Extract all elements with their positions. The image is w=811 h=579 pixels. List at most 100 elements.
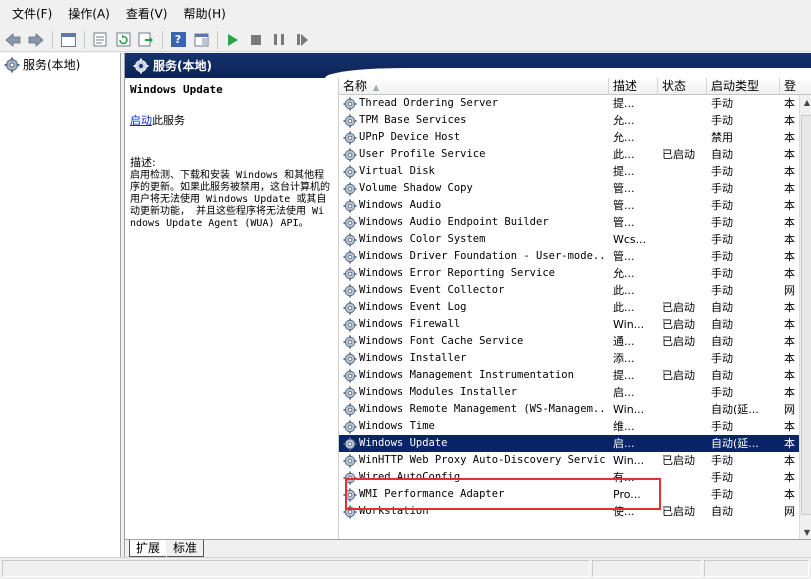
service-row[interactable]: Windows Color System Wcs... 手动本 [339,231,799,248]
service-row[interactable]: UPnP Device Host 允... 禁用本 [339,129,799,146]
service-row[interactable]: Thread Ordering Server 提... 手动本 [339,95,799,112]
service-row[interactable]: Windows Event Collector 此... 手动网 [339,282,799,299]
service-row[interactable]: WMI Performance Adapter Pro... 手动本 [339,486,799,503]
tab-extended[interactable]: 扩展 [129,540,167,557]
service-status-cell [662,350,708,367]
scroll-down-icon[interactable]: ▼ [800,525,811,539]
service-name-cell: Windows Remote Management (WS-Managem... [343,401,605,418]
export-icon[interactable] [135,30,157,50]
column-name[interactable]: 名称 ▲ [339,78,609,95]
service-gear-icon [343,232,357,247]
service-name-cell: Windows Font Cache Service [343,333,605,350]
service-gear-icon [343,368,357,383]
console-tree-icon[interactable] [57,30,79,50]
service-desc-cell: 通... [613,335,635,348]
forward-arrow-icon[interactable] [25,30,47,50]
service-name-cell: User Profile Service [343,146,605,163]
service-row[interactable]: Windows Installer 添... 手动本 [339,350,799,367]
menu-help[interactable]: 帮助(H) [175,0,233,28]
menu-view[interactable]: 查看(V) [118,0,176,28]
service-status-cell [662,248,708,265]
service-name: Thread Ordering Server [359,97,499,109]
service-name-cell: Windows Error Reporting Service [343,265,605,282]
service-gear-icon [343,164,357,179]
column-status[interactable]: 状态 [658,78,707,95]
service-row[interactable]: Windows Firewall Win... 已启动 自动本 [339,316,799,333]
toolbar-separator [217,30,218,49]
service-name-cell: UPnP Device Host [343,129,605,146]
service-status-cell [662,469,708,486]
service-row[interactable]: WinHTTP Web Proxy Auto-Discovery Service… [339,452,799,469]
service-row[interactable]: Windows Error Reporting Service 允... 手动本 [339,265,799,282]
service-name: Windows Event Collector [359,284,505,296]
service-row[interactable]: Windows Time 维... 手动本 [339,418,799,435]
stop-icon[interactable] [245,30,267,50]
service-gear-icon [343,283,357,298]
service-name-cell: Windows Event Collector [343,282,605,299]
menu-action[interactable]: 操作(A) [60,0,118,28]
tree-item-services-local[interactable]: 服务(本地) [0,53,120,73]
column-description[interactable]: 描述 [609,78,658,95]
service-name-cell: Windows Update [343,435,605,452]
service-desc-cell: 允... [613,114,635,127]
service-startup-cell: 自动 [711,301,733,314]
service-row[interactable]: Windows Remote Management (WS-Managem...… [339,401,799,418]
pause-icon[interactable] [268,30,290,50]
properties-icon[interactable] [89,30,111,50]
service-gear-icon [343,470,357,485]
service-startup-cell: 手动 [711,199,733,212]
start-service-link[interactable]: 启动 [130,114,152,127]
service-desc-cell: 提... [613,369,635,382]
show-hide-icon[interactable] [190,30,212,50]
service-startup-cell: 手动 [711,386,733,399]
service-status-cell [662,197,708,214]
service-gear-icon [343,351,357,366]
service-name: Volume Shadow Copy [359,182,473,194]
refresh-icon[interactable] [112,30,134,50]
service-row[interactable]: TPM Base Services 允... 手动本 [339,112,799,129]
help-icon[interactable]: ? [167,30,189,50]
service-status-cell: 已启动 [662,454,695,467]
service-startup-cell: 自动 [711,335,733,348]
service-name-cell: Volume Shadow Copy [343,180,605,197]
service-startup-cell: 自动 [711,148,733,161]
scroll-up-icon[interactable]: ▲ [800,95,811,109]
service-row[interactable]: User Profile Service 此... 已启动 自动本 [339,146,799,163]
service-row[interactable]: Virtual Disk 提... 手动本 [339,163,799,180]
service-row[interactable]: Windows Font Cache Service 通... 已启动 自动本 [339,333,799,350]
service-row[interactable]: Workstation 使... 已启动 自动网 [339,503,799,520]
service-row[interactable]: Windows Audio Endpoint Builder 管... 手动本 [339,214,799,231]
service-name: Virtual Disk [359,165,435,177]
service-row[interactable]: Windows Audio 管... 手动本 [339,197,799,214]
service-startup-cell: 手动 [711,233,733,246]
service-row[interactable]: Windows Modules Installer 启... 手动本 [339,384,799,401]
header-gear-icon [133,58,149,73]
column-logon[interactable]: 登 [780,78,811,95]
service-row[interactable]: Windows Management Instrumentation 提... 已启… [339,367,799,384]
scroll-thumb[interactable] [801,115,811,515]
service-row[interactable]: Windows Driver Foundation - User-mode...… [339,248,799,265]
service-row[interactable]: Volume Shadow Copy 管... 手动本 [339,180,799,197]
start-icon[interactable] [222,30,244,50]
service-gear-icon [343,402,357,417]
resume-icon[interactable] [291,30,313,50]
service-status-cell [662,163,708,180]
vertical-scrollbar[interactable]: ▲ ▼ [799,95,811,539]
action-suffix: 此服务 [152,114,185,127]
tree-item-label: 服务(本地) [23,58,81,72]
service-name-cell: Windows Event Log [343,299,605,316]
menu-file[interactable]: 文件(F) [4,0,60,28]
back-arrow-icon[interactable] [2,30,24,50]
service-row[interactable]: Wired AutoConfig 有... 手动本 [339,469,799,486]
service-desc-cell: 此... [613,284,635,297]
service-status-cell: 已启动 [662,301,695,314]
tab-standard[interactable]: 标准 [167,540,205,557]
service-status-cell [662,282,708,299]
service-row[interactable]: Windows Event Log 此... 已启动 自动本 [339,299,799,316]
service-status-cell: 已启动 [662,505,695,518]
service-row[interactable]: Windows Update 启... 自动(延... 本 [339,435,799,452]
column-startup-type[interactable]: 启动类型 [707,78,780,95]
description-panel: Windows Update 启动此服务 描述: 启用检测、下载和安装 Wind… [125,78,337,539]
service-name-cell: Windows Driver Foundation - User-mode... [343,248,605,265]
service-name-cell: Wired AutoConfig [343,469,605,486]
